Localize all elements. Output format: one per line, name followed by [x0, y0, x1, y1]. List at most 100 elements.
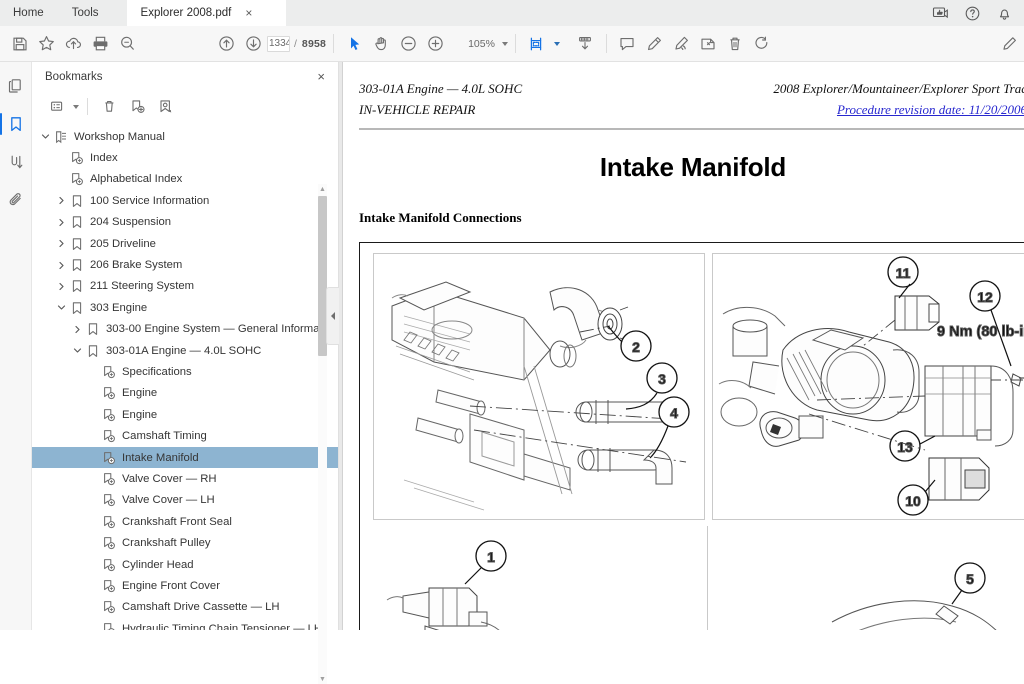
bookmark-label: 303 Engine [90, 301, 148, 314]
bookmark-row[interactable]: Engine [32, 404, 338, 425]
select-cursor-icon[interactable] [341, 30, 368, 57]
scroll-mode-icon[interactable] [572, 30, 599, 57]
chevron-right-icon[interactable] [54, 279, 69, 294]
search-icon[interactable] [114, 30, 141, 57]
bookmarks-tree[interactable]: Workshop Manual Index Alphabetical Index 10… [32, 122, 338, 630]
print-icon[interactable] [87, 30, 114, 57]
bookmark-row[interactable]: Crankshaft Front Seal [32, 511, 338, 532]
bookmark-row[interactable]: 100 Service Information [32, 190, 338, 211]
bookmarks-scrollbar[interactable]: ▲ ▼ [318, 184, 327, 684]
bookmark-options-icon[interactable] [44, 95, 70, 119]
bookmark-row[interactable]: Valve Cover — RH [32, 468, 338, 489]
chevron-down-icon[interactable] [54, 300, 69, 315]
chevron-down-icon[interactable] [501, 41, 508, 46]
share-feedback-icon[interactable] [932, 5, 949, 22]
prev-page-button[interactable] [213, 30, 240, 57]
bookmark-row[interactable]: Camshaft Timing [32, 425, 338, 446]
bookmark-row[interactable]: 206 Brake System [32, 254, 338, 275]
bookmark-row[interactable]: Cylinder Head [32, 554, 338, 575]
page-bookmark-icon [101, 428, 117, 444]
bookmark-row[interactable]: Camshaft Drive Cassette — LH [32, 597, 338, 618]
window-actions [932, 5, 1024, 26]
hand-pan-icon[interactable] [368, 30, 395, 57]
chevron-right-icon[interactable] [54, 236, 69, 251]
bookmark-label: Index [90, 152, 118, 165]
next-page-button[interactable] [240, 30, 267, 57]
bookmark-icon [69, 236, 85, 252]
bookmarks-toolbar [32, 91, 338, 122]
page-bookmark-icon [69, 171, 85, 187]
delete-icon[interactable] [722, 30, 749, 57]
attachments-icon[interactable] [3, 187, 29, 213]
upload-cloud-icon[interactable] [60, 30, 87, 57]
figure-pane-upper-left: 2 3 4 [373, 252, 705, 520]
header-vehicle-label: 2008 Explorer/Mountaineer/Explorer Sport… [773, 81, 1024, 96]
document-viewport[interactable]: 303-01A Engine — 4.0L SOHC IN-VEHICLE RE… [339, 62, 1024, 630]
bookmarks-icon[interactable] [0, 111, 29, 137]
revision-date-link[interactable]: Procedure revision date: 11/20/2006 [837, 102, 1024, 117]
bookmark-row[interactable]: Hydraulic Timing Chain Tensioner — LH [32, 618, 338, 630]
callout-5: 5 [966, 571, 974, 587]
bookmark-label: Alphabetical Index [90, 173, 183, 186]
close-icon[interactable]: × [245, 7, 252, 19]
help-icon[interactable] [964, 5, 981, 22]
bookmark-options-chevron-icon[interactable] [73, 104, 79, 109]
document-tab[interactable]: Explorer 2008.pdf × [126, 0, 286, 26]
chevron-down-icon[interactable] [70, 343, 85, 358]
bookmark-icon [69, 278, 85, 294]
bookmark-row[interactable]: Workshop Manual [32, 126, 338, 147]
bookmark-icon [85, 343, 101, 359]
current-page-input[interactable]: 1334 [267, 35, 290, 52]
bookmark-row[interactable]: Valve Cover — LH [32, 490, 338, 511]
chevron-right-icon[interactable] [54, 258, 69, 273]
bookmark-row[interactable]: Intake Manifold [32, 446, 338, 469]
stamp-icon[interactable] [695, 30, 722, 57]
chevron-right-icon[interactable] [54, 193, 69, 208]
chevron-right-icon[interactable] [54, 215, 69, 230]
notification-bell-icon[interactable] [996, 5, 1013, 22]
signatures-icon[interactable] [3, 149, 29, 175]
bookmark-label: Valve Cover — RH [122, 472, 217, 485]
bookmark-row[interactable]: Index [32, 147, 338, 168]
collapse-sidebar-handle[interactable] [326, 287, 339, 345]
comment-icon[interactable] [614, 30, 641, 57]
menu-item-tools[interactable]: Tools [58, 0, 113, 26]
bookmark-row[interactable]: 204 Suspension [32, 212, 338, 233]
star-icon[interactable] [33, 30, 60, 57]
pdf-reader-window: Home Tools Explorer 2008.pdf × 1334 / 89… [0, 0, 1024, 684]
fit-page-icon[interactable] [523, 30, 550, 57]
close-panel-icon[interactable]: × [315, 68, 327, 85]
rotate-icon[interactable] [749, 30, 776, 57]
page-bookmark-icon [101, 599, 117, 615]
chevron-right-icon[interactable] [70, 322, 85, 337]
scroll-up-arrow-icon[interactable]: ▲ [318, 184, 327, 194]
highlight-icon[interactable] [641, 30, 668, 57]
draw-icon[interactable] [668, 30, 695, 57]
bookmark-goto-icon[interactable] [152, 95, 178, 119]
menu-item-home[interactable]: Home [0, 0, 58, 26]
bookmark-row[interactable]: 211 Steering System [32, 276, 338, 297]
save-icon[interactable] [6, 30, 33, 57]
edit-pdf-icon[interactable] [995, 30, 1022, 57]
bookmark-row[interactable]: 303 Engine [32, 297, 338, 318]
bookmark-row[interactable]: Specifications [32, 361, 338, 382]
bookmark-row[interactable]: Crankshaft Pulley [32, 532, 338, 553]
bookmark-row[interactable]: Engine [32, 383, 338, 404]
bookmark-row[interactable]: Alphabetical Index [32, 169, 338, 190]
page-bookmark-icon [101, 364, 117, 380]
fit-page-chevron-icon[interactable] [553, 41, 560, 46]
chevron-down-icon[interactable] [38, 129, 53, 144]
zoom-level-label[interactable]: 105% [468, 38, 495, 50]
new-bookmark-icon[interactable] [124, 95, 150, 119]
bookmark-row[interactable]: 303-01A Engine — 4.0L SOHC [32, 340, 338, 361]
zoom-in-icon[interactable] [422, 30, 449, 57]
zoom-out-icon[interactable] [395, 30, 422, 57]
total-pages-label: 8958 [301, 37, 327, 50]
bookmark-row[interactable]: Engine Front Cover [32, 575, 338, 596]
bookmark-row[interactable]: 303-00 Engine System — General Informati… [32, 319, 338, 340]
delete-bookmark-icon[interactable] [96, 95, 122, 119]
scroll-down-arrow-icon[interactable]: ▼ [318, 674, 327, 684]
callout-12: 12 [977, 289, 993, 305]
page-thumbnails-icon[interactable] [3, 73, 29, 99]
bookmark-row[interactable]: 205 Driveline [32, 233, 338, 254]
